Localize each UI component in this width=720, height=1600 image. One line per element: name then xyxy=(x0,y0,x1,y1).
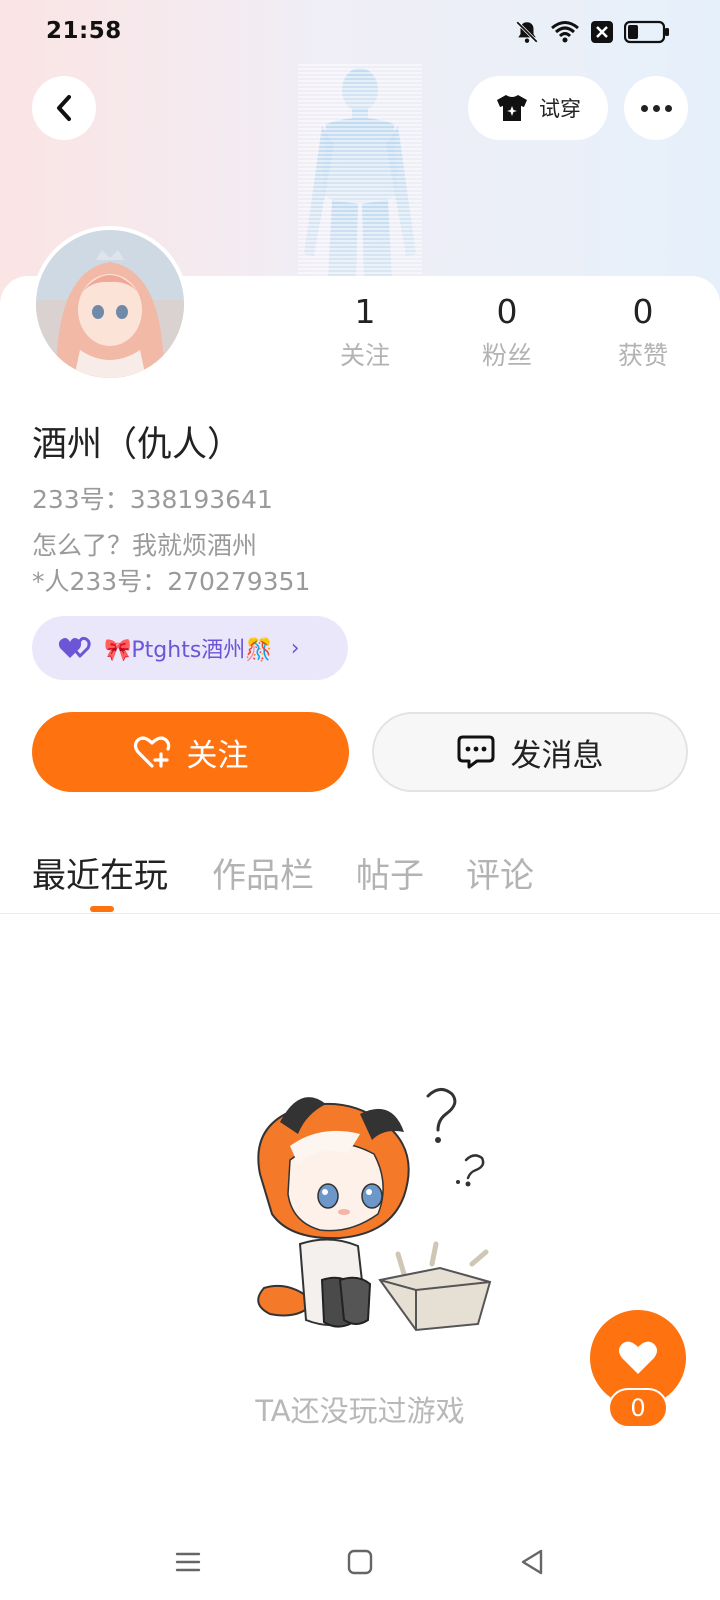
chevron-right-icon: › xyxy=(290,635,300,661)
heart-plus-icon xyxy=(133,736,170,768)
friend-badge-chip[interactable]: 🎀Ptghts酒州🎊 › xyxy=(32,616,348,680)
double-heart-icon xyxy=(58,636,91,658)
try-on-label: 试穿 xyxy=(539,97,581,121)
stat-following-count: 1 xyxy=(354,292,376,331)
stat-following-label: 关注 xyxy=(339,341,390,370)
home-square-icon xyxy=(347,1549,373,1575)
heart-icon xyxy=(619,1341,657,1374)
nickname: 酒州（仇人） xyxy=(32,425,243,465)
back-icon xyxy=(57,95,71,121)
status-bar: 21:58 xyxy=(0,0,720,64)
status-time: 21:58 xyxy=(46,18,122,44)
more-options-button[interactable] xyxy=(624,76,688,140)
close-box-icon xyxy=(591,21,613,43)
profile-stats: 1 关注 0 粉丝 0 获赞 xyxy=(0,292,720,382)
bio: 怎么了？我就烦酒州 *人233号：270279351 xyxy=(32,528,310,600)
chat-bubble-icon xyxy=(457,735,494,769)
back-button[interactable] xyxy=(32,76,96,140)
wifi-icon xyxy=(551,21,579,43)
tab-works[interactable]: 作品栏 xyxy=(212,848,314,897)
like-count-badge: 0 xyxy=(608,1388,668,1428)
recent-apps-button[interactable] xyxy=(168,1542,208,1582)
battery-icon xyxy=(624,20,669,44)
send-message-button[interactable]: 发消息 xyxy=(372,712,688,792)
empty-state-illustration xyxy=(257,1088,492,1332)
bio-line-2: *人233号：270279351 xyxy=(32,567,311,596)
stat-following[interactable]: 1 关注 xyxy=(310,292,420,376)
triangle-back-icon xyxy=(521,1549,543,1575)
stat-likes[interactable]: 0 获赞 xyxy=(588,292,698,376)
stat-followers[interactable]: 0 粉丝 xyxy=(452,292,562,376)
active-tab-indicator xyxy=(90,906,114,912)
avatar-hologram-figure xyxy=(298,64,422,280)
stat-likes-label: 获赞 xyxy=(617,341,668,370)
badge-label: 🎀Ptghts酒州🎊 xyxy=(104,638,273,663)
system-nav-bar xyxy=(0,1520,720,1600)
menu-icon xyxy=(175,1552,201,1572)
tab-recently-played[interactable]: 最近在玩 xyxy=(32,848,168,897)
user-id: 233号：338193641 xyxy=(32,485,273,514)
tab-comments[interactable]: 评论 xyxy=(466,848,534,897)
send-message-label: 发消息 xyxy=(510,737,604,774)
tab-posts[interactable]: 帖子 xyxy=(356,848,424,897)
home-button[interactable] xyxy=(340,1542,380,1582)
bell-off-icon xyxy=(516,21,538,43)
stat-followers-count: 0 xyxy=(496,292,518,331)
try-on-button[interactable]: 试穿 xyxy=(468,76,608,140)
profile-tabs: 最近在玩 作品栏 帖子 评论 xyxy=(0,840,720,914)
system-back-button[interactable] xyxy=(512,1542,552,1582)
shirt-icon xyxy=(497,95,527,121)
stat-likes-count: 0 xyxy=(632,292,654,331)
bio-line-1: 怎么了？我就烦酒州 xyxy=(32,531,258,560)
stat-followers-label: 粉丝 xyxy=(481,341,532,370)
follow-button[interactable]: 关注 xyxy=(32,712,349,792)
more-icon xyxy=(640,104,648,112)
follow-label: 关注 xyxy=(186,737,249,774)
